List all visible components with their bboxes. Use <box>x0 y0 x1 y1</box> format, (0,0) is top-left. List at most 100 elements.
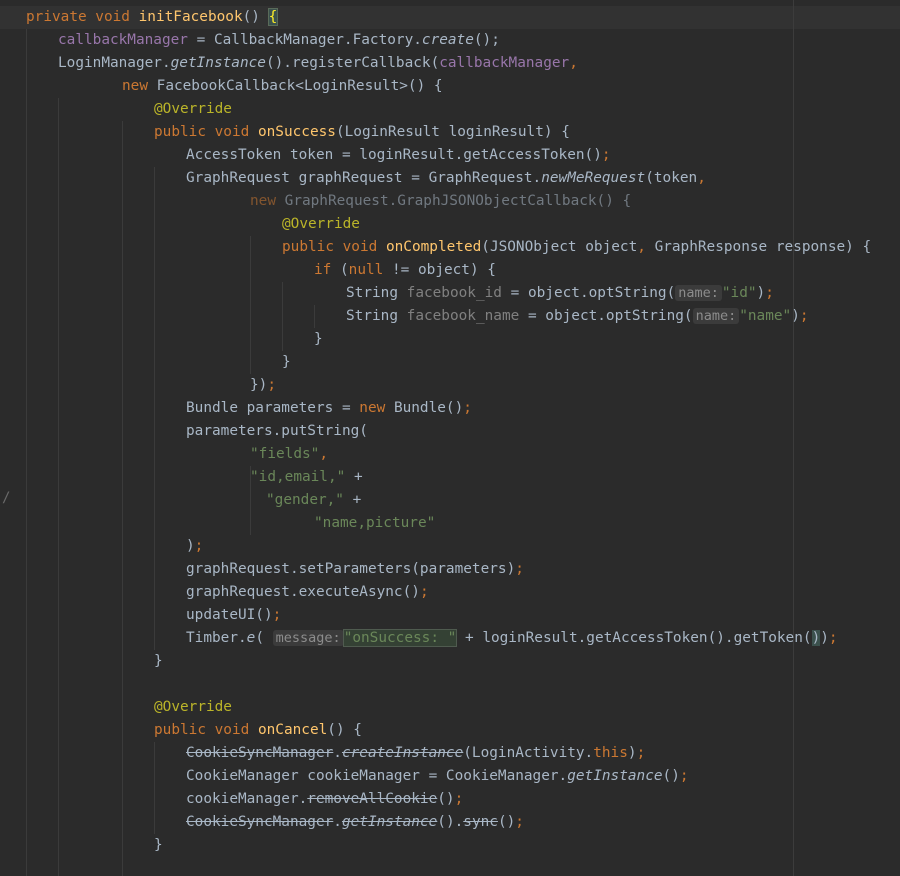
code-line[interactable]: public void onCancel() { <box>154 719 362 742</box>
code-line[interactable]: "fields", <box>250 443 328 466</box>
code-token: facebook_name <box>406 308 520 324</box>
code-token: () <box>242 9 269 25</box>
code-token: new <box>250 193 285 209</box>
code-token: new <box>359 400 394 416</box>
code-line[interactable]: } <box>154 834 163 857</box>
code-line[interactable]: Timber.e( message: "onSuccess: " + loginR… <box>186 627 838 650</box>
code-token: = object.optString( <box>501 285 676 301</box>
code-line[interactable]: @Override <box>282 213 360 236</box>
code-line[interactable]: if (null != object) { <box>314 259 496 282</box>
code-line[interactable]: graphRequest.executeAsync(); <box>186 581 429 604</box>
code-token: ; <box>828 630 838 646</box>
code-token: , <box>319 446 328 462</box>
code-token: ; <box>419 584 429 600</box>
code-token: ) <box>756 285 766 301</box>
code-line[interactable]: private void initFacebook() { <box>26 6 279 29</box>
indent-guide <box>282 282 283 351</box>
code-token: ; <box>267 377 276 393</box>
parameter-hint: name: <box>692 308 740 324</box>
code-line[interactable]: cookieManager.removeAllCookie(); <box>186 788 463 811</box>
code-line[interactable]: parameters.putString( <box>186 420 368 443</box>
code-token: (); <box>473 32 500 48</box>
code-line[interactable]: CookieManager cookieManager = CookieMana… <box>186 765 689 788</box>
code-token: String <box>346 308 407 324</box>
parameter-hint: name: <box>675 285 722 301</box>
code-token: private void <box>26 9 139 25</box>
code-line[interactable]: graphRequest.setParameters(parameters); <box>186 558 524 581</box>
code-token: (LoginResult loginResult) { <box>335 124 570 140</box>
code-line[interactable]: callbackManager = CallbackManager.Factor… <box>58 29 500 52</box>
code-token: () <box>662 768 680 784</box>
code-token: ( <box>255 630 273 646</box>
code-line[interactable]: "id,email," + <box>250 466 363 489</box>
code-token: CookieSyncManager <box>186 814 334 830</box>
code-token: Timber. <box>186 630 247 646</box>
code-token: ; <box>515 814 524 830</box>
code-token: . <box>333 814 342 830</box>
code-token: , <box>637 239 655 255</box>
code-line[interactable]: CookieSyncManager.getInstance().sync(); <box>186 811 524 834</box>
code-line[interactable]: } <box>154 650 163 673</box>
code-token: onCancel <box>257 722 328 738</box>
code-line[interactable]: "name,picture" <box>314 512 435 535</box>
code-token: { <box>267 8 279 26</box>
code-editor[interactable]: / private void initFacebook() {callbackM… <box>0 0 900 876</box>
code-line[interactable]: LoginManager.getInstance().registerCallb… <box>58 52 578 75</box>
code-line[interactable]: "gender," + <box>266 489 361 512</box>
code-token: (). <box>437 814 464 830</box>
code-line[interactable]: public void onCompleted(JSONObject objec… <box>282 236 871 259</box>
code-token: () <box>437 791 455 807</box>
code-line[interactable]: AccessToken token = loginResult.getAcces… <box>186 144 611 167</box>
code-token: ; <box>454 791 464 807</box>
code-token: @Override <box>154 101 232 117</box>
code-token: ; <box>194 538 204 554</box>
code-line[interactable]: ); <box>186 535 203 558</box>
code-token: , <box>569 55 578 71</box>
code-token: getInstance <box>567 768 663 784</box>
code-token: "id" <box>721 285 757 301</box>
code-token: initFacebook <box>138 9 243 25</box>
code-token: "gender," <box>266 492 344 508</box>
code-token: (JSONObject object <box>481 239 638 255</box>
code-token: sync <box>463 814 498 830</box>
code-line[interactable]: @Override <box>154 98 232 121</box>
code-token: facebook_id <box>406 285 502 301</box>
code-line[interactable]: updateUI(); <box>186 604 281 627</box>
code-line[interactable]: } <box>314 328 323 351</box>
code-token: String <box>346 285 407 301</box>
parameter-hint: message: <box>272 630 344 646</box>
indent-guide <box>250 236 251 374</box>
code-token: } <box>154 837 163 853</box>
code-line[interactable]: new FacebookCallback<LoginResult>() { <box>122 75 443 98</box>
code-token: callbackManager <box>58 32 188 48</box>
code-token: @Override <box>154 699 232 715</box>
code-token: onCompleted <box>385 239 482 255</box>
code-line[interactable]: public void onSuccess(LoginResult loginR… <box>154 121 570 144</box>
code-token: ; <box>765 285 774 301</box>
code-token: (token <box>645 170 698 186</box>
code-line[interactable]: }); <box>250 374 276 397</box>
code-token: createInstance <box>341 745 464 761</box>
code-line[interactable]: Bundle parameters = new Bundle(); <box>186 397 472 420</box>
code-token: graphRequest.setParameters(parameters) <box>186 561 516 577</box>
code-token: "onSuccess: " <box>342 629 458 647</box>
code-token: ; <box>515 561 524 577</box>
code-token: ; <box>463 400 472 416</box>
code-line[interactable]: String facebook_name = object.optString(… <box>346 305 809 328</box>
code-line[interactable]: new GraphRequest.GraphJSONObjectCallback… <box>250 190 631 213</box>
code-token: ; <box>799 308 809 324</box>
indent-guide <box>58 98 59 876</box>
code-token: ) <box>820 630 829 646</box>
code-line[interactable]: String facebook_id = object.optString(na… <box>346 282 774 305</box>
gutter-fold-mark: / <box>2 490 11 506</box>
code-line[interactable]: GraphRequest graphRequest = GraphRequest… <box>186 167 706 190</box>
code-token: } <box>314 331 323 347</box>
code-line[interactable]: } <box>282 351 291 374</box>
code-line[interactable]: CookieSyncManager.createInstance(LoginAc… <box>186 742 645 765</box>
code-token: Bundle() <box>393 400 464 416</box>
code-token: } <box>154 653 163 669</box>
code-token: . <box>333 745 342 761</box>
code-token: "name,picture" <box>314 515 436 531</box>
code-token: ) <box>627 745 637 761</box>
code-line[interactable]: @Override <box>154 696 232 719</box>
